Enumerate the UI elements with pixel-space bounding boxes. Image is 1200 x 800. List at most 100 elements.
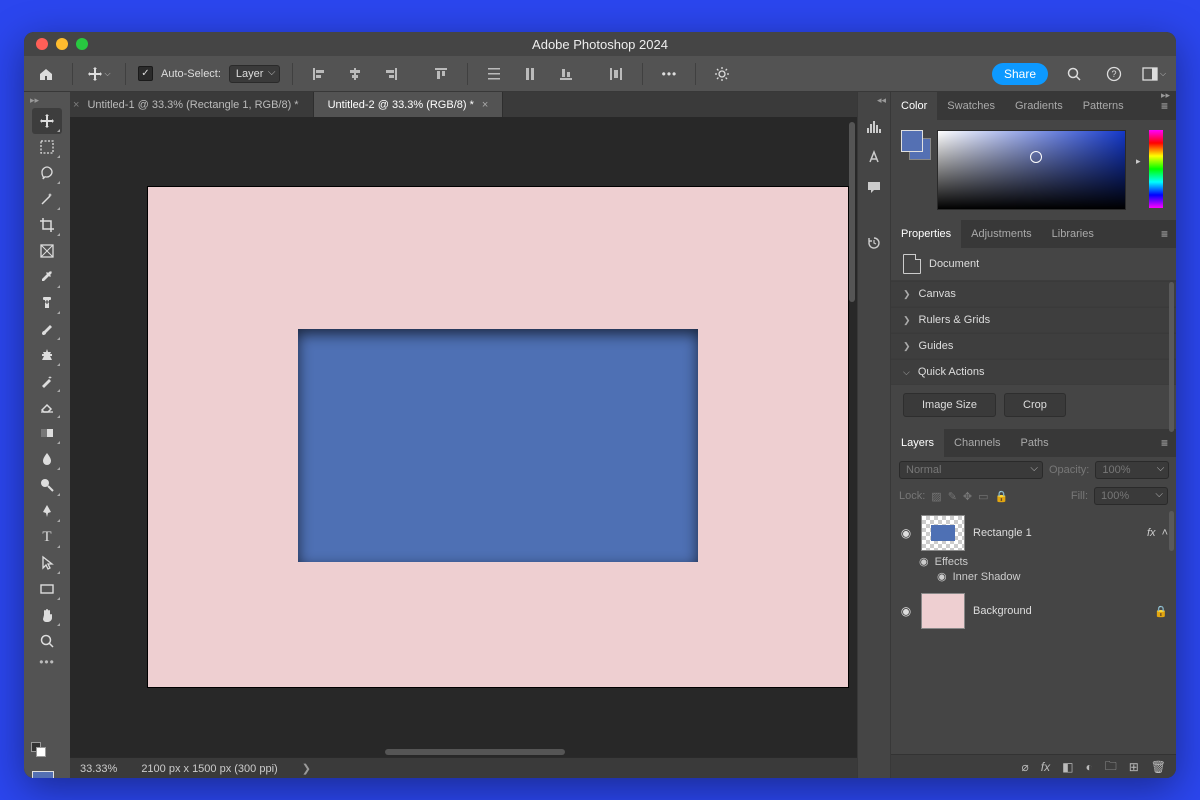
type-tool[interactable]: T <box>32 524 62 550</box>
rectangle-shape[interactable] <box>298 329 698 562</box>
comments-panel-icon[interactable] <box>865 178 883 196</box>
expand-effects-icon[interactable]: ˄ <box>1162 527 1168 539</box>
close-window-button[interactable] <box>36 38 48 50</box>
lock-all-icon[interactable]: 🔒 <box>995 490 1009 503</box>
search-button[interactable] <box>1060 60 1088 88</box>
tab-gradients[interactable]: Gradients <box>1005 92 1073 120</box>
tab-color[interactable]: Color <box>891 92 937 120</box>
opacity-input[interactable]: 100% <box>1095 461 1169 479</box>
layer-row-background[interactable]: ◉ Background 🔒 <box>891 587 1176 635</box>
panel-swatches[interactable] <box>901 130 929 158</box>
status-more-icon[interactable]: ❯ <box>302 762 311 775</box>
brush-tool[interactable] <box>32 316 62 342</box>
link-layers-icon[interactable]: ⌀ <box>1022 760 1029 774</box>
magic-wand-tool[interactable] <box>32 186 62 212</box>
swap-colors-icon[interactable] <box>36 747 46 757</box>
visibility-toggle-icon[interactable]: ◉ <box>899 526 913 540</box>
layer-thumbnail[interactable] <box>921 593 965 629</box>
tab-libraries[interactable]: Libraries <box>1042 220 1104 248</box>
zoom-tool[interactable] <box>32 628 62 654</box>
history-panel-icon[interactable] <box>865 234 883 252</box>
eyedropper-tool[interactable] <box>32 264 62 290</box>
delete-layer-icon[interactable]: 🗑 <box>1151 760 1166 774</box>
document-tab-2[interactable]: Untitled-2 @ 33.3% (RGB/8) * × <box>314 92 504 117</box>
horizontal-scrollbar[interactable] <box>385 749 565 755</box>
crop-button[interactable]: Crop <box>1004 393 1066 417</box>
zoom-window-button[interactable] <box>76 38 88 50</box>
distribute-spacing-button[interactable] <box>602 60 630 88</box>
eraser-tool[interactable] <box>32 394 62 420</box>
workspace-switcher[interactable]: ⌵ <box>1140 60 1168 88</box>
lock-artboard-icon[interactable]: ▭ <box>978 490 988 503</box>
panel-collapse-icon[interactable]: ▸▸ <box>1161 90 1170 101</box>
share-button[interactable]: Share <box>992 63 1048 85</box>
layer-row-rectangle[interactable]: ◉ Rectangle 1 fx ˄ <box>891 509 1176 557</box>
lasso-tool[interactable] <box>32 160 62 186</box>
tab-swatches[interactable]: Swatches <box>937 92 1005 120</box>
vertical-scrollbar[interactable] <box>849 122 855 302</box>
edit-toolbar-button[interactable]: ••• <box>32 654 62 670</box>
character-panel-icon[interactable] <box>865 148 883 166</box>
layers-scrollbar[interactable] <box>1169 511 1174 551</box>
histogram-panel-icon[interactable] <box>865 118 883 136</box>
panel-menu-icon[interactable]: ≡ <box>1153 220 1176 248</box>
artboard[interactable] <box>148 187 848 687</box>
tab-paths[interactable]: Paths <box>1011 429 1059 457</box>
frame-tool[interactable] <box>32 238 62 264</box>
properties-section-canvas[interactable]: ❯Canvas <box>891 281 1176 307</box>
layer-name[interactable]: Rectangle 1 <box>973 527 1032 539</box>
help-button[interactable]: ? <box>1100 60 1128 88</box>
visibility-toggle-icon[interactable]: ◉ <box>899 604 913 618</box>
rectangle-tool[interactable] <box>32 576 62 602</box>
tab-adjustments[interactable]: Adjustments <box>961 220 1042 248</box>
color-field[interactable] <box>937 130 1126 210</box>
lock-transparency-icon[interactable]: ▨ <box>931 490 941 503</box>
layer-effect-item[interactable]: ◉ Inner Shadow <box>891 570 1176 583</box>
minimize-window-button[interactable] <box>56 38 68 50</box>
fill-input[interactable]: 100% <box>1094 487 1168 505</box>
adjustment-layer-icon[interactable]: ◐ <box>1085 760 1092 774</box>
panel-menu-icon[interactable]: ≡ <box>1153 429 1176 457</box>
foreground-color-swatch[interactable] <box>32 771 54 778</box>
hue-strip[interactable] <box>1149 130 1163 208</box>
layer-name[interactable]: Background <box>973 605 1032 617</box>
crop-tool[interactable] <box>32 212 62 238</box>
marquee-tool[interactable] <box>32 134 62 160</box>
distribute-bottom-button[interactable] <box>552 60 580 88</box>
history-brush-tool[interactable] <box>32 368 62 394</box>
tab-patterns[interactable]: Patterns <box>1073 92 1134 120</box>
align-center-h-button[interactable] <box>341 60 369 88</box>
lock-position-icon[interactable]: ✥ <box>963 490 972 503</box>
hand-tool[interactable] <box>32 602 62 628</box>
tab-channels[interactable]: Channels <box>944 429 1010 457</box>
path-selection-tool[interactable] <box>32 550 62 576</box>
align-top-button[interactable] <box>427 60 455 88</box>
fx-badge[interactable]: fx <box>1147 527 1156 539</box>
document-tab-1[interactable]: × Untitled-1 @ 33.3% (Rectangle 1, RGB/8… <box>70 92 314 117</box>
move-tool[interactable] <box>32 108 62 134</box>
new-layer-icon[interactable]: ⊞ <box>1129 760 1139 774</box>
blur-tool[interactable] <box>32 446 62 472</box>
healing-brush-tool[interactable] <box>32 290 62 316</box>
blend-mode-select[interactable]: Normal <box>899 461 1043 479</box>
properties-scrollbar[interactable] <box>1169 282 1174 432</box>
layer-mask-icon[interactable]: ◧ <box>1062 760 1073 774</box>
tab-properties[interactable]: Properties <box>891 220 961 248</box>
close-tab-icon[interactable]: × <box>482 99 488 111</box>
more-options-button[interactable]: ••• <box>655 60 683 88</box>
properties-section-quick-actions[interactable]: ⌵Quick Actions <box>891 359 1176 385</box>
transform-settings-button[interactable] <box>708 60 736 88</box>
distribute-center-v-button[interactable] <box>516 60 544 88</box>
close-tab-icon[interactable]: × <box>73 99 79 111</box>
lock-pixels-icon[interactable]: ✎ <box>948 490 957 503</box>
zoom-level[interactable]: 33.33% <box>80 763 117 775</box>
auto-select-checkbox[interactable]: ✓ <box>138 66 153 81</box>
effects-visibility-icon[interactable]: ◉ <box>919 555 929 568</box>
dodge-tool[interactable] <box>32 472 62 498</box>
distribute-top-button[interactable] <box>480 60 508 88</box>
dock-collapse-icon[interactable]: ◂◂ <box>877 95 886 106</box>
layer-thumbnail[interactable] <box>921 515 965 551</box>
effect-visibility-icon[interactable]: ◉ <box>937 570 947 583</box>
group-icon[interactable]: 🗀 <box>1105 757 1117 778</box>
clone-stamp-tool[interactable] <box>32 342 62 368</box>
